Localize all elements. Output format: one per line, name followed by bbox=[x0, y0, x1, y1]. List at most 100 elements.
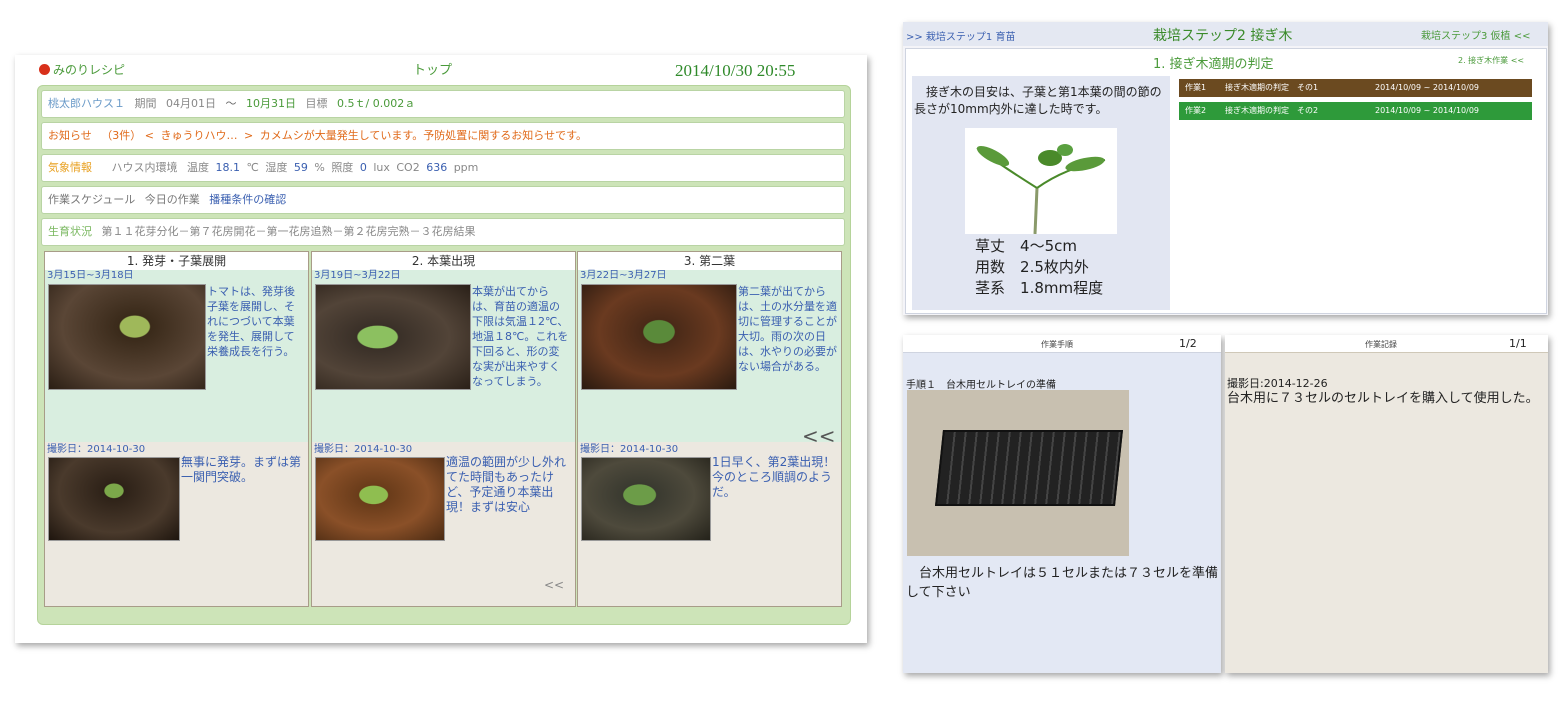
notice-row[interactable]: お知らせ （3件） < きゅうりハウ… > カメムシが大量発生しています。予防処… bbox=[41, 122, 845, 150]
task-row-2[interactable]: 作業2 接ぎ木適期の判定 その2 2014/10/09 ~ 2014/10/09 bbox=[1179, 102, 1532, 120]
goal-value-1: 0.5ｔ/ bbox=[337, 97, 370, 110]
section-next-link[interactable]: 2. 接ぎ木作業 << bbox=[1458, 55, 1524, 66]
seedling-photo-3 bbox=[581, 284, 737, 390]
co2-unit: ppm bbox=[453, 161, 479, 174]
section-title: 1. 接ぎ木適期の判定 bbox=[1153, 57, 1274, 72]
record-date: 撮影日:2014-12-26 bbox=[1227, 377, 1328, 390]
procedure-text: 台木用セルトレイは５１セルまたは７３セルを準備して下さい bbox=[906, 566, 1219, 600]
task-range: 2014/10/09 ~ 2014/10/09 bbox=[1375, 83, 1480, 92]
stage-desc-2: 本葉が出てからは、育苗の適温の下限は気温１2℃、地温１8℃。これを下回ると、形の… bbox=[472, 285, 569, 388]
photo-date-3: 撮影日：2014-10-30 bbox=[580, 444, 679, 455]
task-range: 2014/10/09 ~ 2014/10/09 bbox=[1375, 106, 1480, 115]
stage-desc-1: トマトは、発芽後子葉を展開し、それにつづいて本葉を発生、展開して栄養成長を行う。 bbox=[207, 285, 295, 358]
work-record-panel: 作業記録 1/1 撮影日:2014-12-26 台木用に７３セルのセルトレイを購… bbox=[1225, 335, 1548, 673]
spec-row-leaves: 用数 2.5枚内外 bbox=[975, 257, 1103, 278]
page-title: トップ bbox=[413, 63, 453, 78]
notice-count: （3件） bbox=[101, 129, 142, 142]
app-logo-text: みのりレシピ bbox=[53, 63, 126, 77]
seedling-image bbox=[965, 128, 1117, 235]
hum-unit: % bbox=[314, 161, 325, 174]
prev-step-link[interactable]: >> 栽培ステップ1 育苗 bbox=[906, 28, 1015, 43]
next-step-link[interactable]: 栽培ステップ3 仮植 << bbox=[1421, 27, 1530, 42]
prev-link-small[interactable]: << bbox=[544, 578, 564, 592]
stage-column-3: 3. 第二葉 3月22日~3月27日 第二葉が出てからは、土の水分量を適切に管理… bbox=[577, 251, 842, 607]
co2-label: CO2 bbox=[396, 161, 420, 174]
spec-list: 草丈 4～5cm 用数 2.5枚内外 茎系 1.8mm程度 bbox=[975, 236, 1103, 299]
record-note-3: 1日早く、第2葉出現！今のところ順調のようだ。 bbox=[712, 455, 836, 499]
spec-row-stem: 茎系 1.8mm程度 bbox=[975, 278, 1103, 299]
co2-value: 636 bbox=[426, 161, 448, 174]
spec-value: 2.5枚内外 bbox=[1020, 258, 1089, 276]
record-text: 台木用に７３セルのセルトレイを購入して使用した。 bbox=[1227, 391, 1539, 406]
app-logo[interactable]: みのりレシピ bbox=[39, 61, 125, 78]
growth-label: 生育状況 bbox=[48, 225, 92, 238]
task-id: 作業2 bbox=[1185, 106, 1207, 115]
notice-message[interactable]: カメムシが大量発生しています。予防処置に関するお知らせです。 bbox=[260, 129, 587, 142]
task-row-1[interactable]: 作業1 接ぎ木適期の判定 その1 2014/10/09 ~ 2014/10/09 bbox=[1179, 79, 1532, 97]
lux-value: 0 bbox=[359, 161, 367, 174]
stage-range-3: 3月22日~3月27日 bbox=[580, 270, 667, 281]
goal-value-2: 0.002ａ bbox=[372, 97, 416, 110]
spec-value: 4～5cm bbox=[1020, 237, 1077, 255]
house-name[interactable]: 桃太郎ハウス１ bbox=[48, 97, 125, 110]
notice-lt: < bbox=[144, 129, 154, 142]
lux-label: 照度 bbox=[331, 161, 354, 174]
goal-label: 目標 bbox=[305, 97, 328, 110]
spec-label: 用数 bbox=[975, 258, 1006, 276]
photo-date-2: 撮影日：2014-10-30 bbox=[314, 444, 413, 455]
record-note-1: 無事に発芽。まずは第一関門突破。 bbox=[181, 455, 302, 484]
lux-unit: lux bbox=[373, 161, 390, 174]
procedure-page[interactable]: 1/2 bbox=[1179, 337, 1197, 350]
notice-label: お知らせ bbox=[48, 129, 92, 142]
weather-row: 気象情報 ハウス内環境 温度 18.1 ℃ 湿度 59 % 照度 0 lux C… bbox=[41, 154, 845, 182]
stage-title-2: 2. 本葉出現 bbox=[312, 252, 575, 270]
period-label: 期間 bbox=[134, 97, 157, 110]
growth-row: 生育状況 第１１花芽分化－第７花房開花－第一花房追熟－第２花房完熟－３花房結果 bbox=[41, 218, 845, 246]
stage-column-2: 2. 本葉出現 3月19日~3月22日 本葉が出てからは、育苗の適温の下限は気温… bbox=[311, 251, 576, 607]
seedling-illustration bbox=[976, 144, 1106, 235]
grafting-step-panel: >> 栽培ステップ1 育苗 栽培ステップ2 接ぎ木 栽培ステップ3 仮植 << … bbox=[903, 22, 1548, 315]
task-name: 接ぎ木適期の判定 その1 bbox=[1225, 83, 1319, 92]
env-label: ハウス内環境 bbox=[111, 161, 178, 174]
current-step-title: 栽培ステップ2 接ぎ木 bbox=[1153, 28, 1293, 44]
seedling-photo-1 bbox=[48, 284, 206, 390]
notice-source[interactable]: きゅうりハウ… bbox=[161, 129, 238, 142]
schedule-row: 作業スケジュール 今日の作業 播種条件の確認 bbox=[41, 186, 845, 214]
stage-range-1: 3月15日~3月18日 bbox=[47, 270, 134, 281]
procedure-step: 手順１ 台木用セルトレイの準備 bbox=[906, 380, 1056, 391]
schedule-label: 作業スケジュール bbox=[48, 193, 136, 206]
stage-range-2: 3月19日~3月22日 bbox=[314, 270, 401, 281]
datetime: 2014/10/30 20:55 bbox=[675, 61, 796, 80]
stage-column-1: 1. 発芽・子葉展開 3月15日~3月18日 トマトは、発芽後子葉を展開し、それ… bbox=[44, 251, 309, 607]
weather-label: 気象情報 bbox=[48, 161, 92, 174]
record-note-2: 適温の範囲が少し外れてた時間もあったけど、予定通り本葉出現！まずは安心 bbox=[446, 455, 567, 514]
record-page[interactable]: 1/1 bbox=[1509, 337, 1527, 350]
spec-value: 1.8mm程度 bbox=[1020, 279, 1104, 297]
cell-tray-photo bbox=[907, 390, 1129, 556]
schedule-task-link[interactable]: 播種条件の確認 bbox=[209, 193, 286, 206]
hum-label: 湿度 bbox=[265, 161, 288, 174]
task-id: 作業1 bbox=[1185, 83, 1207, 92]
procedure-panel: 作業手順 1/2 手順１ 台木用セルトレイの準備 台木用セルトレイは５１セルまた… bbox=[903, 335, 1221, 673]
spec-row-height: 草丈 4～5cm bbox=[975, 236, 1103, 257]
stage-desc-area-3: 3月22日~3月27日 第二葉が出てからは、土の水分量を適切に管理することが大切… bbox=[578, 270, 841, 442]
temp-label: 温度 bbox=[187, 161, 209, 174]
criteria-intro: 接ぎ木の目安は、子葉と第1本葉の間の節の長さが10mm内外に達した時です。 bbox=[914, 85, 1162, 116]
schedule-today: 今日の作業 bbox=[144, 193, 200, 206]
prev-link-big[interactable]: << bbox=[802, 424, 836, 448]
record-photo-3 bbox=[581, 457, 711, 541]
period-end: 10月31日 bbox=[246, 97, 296, 110]
hum-value: 59 bbox=[293, 161, 308, 174]
temp-value: 18.1 bbox=[215, 161, 241, 174]
growth-text: 第１１花芽分化－第７花房開花－第一花房追熟－第２花房完熟－３花房結果 bbox=[101, 225, 476, 238]
temp-unit: ℃ bbox=[246, 161, 259, 174]
record-header: 作業記録 bbox=[1365, 340, 1397, 349]
notice-gt: > bbox=[244, 129, 254, 142]
stage-title-1: 1. 発芽・子葉展開 bbox=[45, 252, 308, 270]
stage-desc-3: 第二葉が出てからは、土の水分量を適切に管理することが大切。雨の次の日は、水やりの… bbox=[738, 285, 837, 373]
stage-title-3: 3. 第二葉 bbox=[578, 252, 841, 270]
task-name: 接ぎ木適期の判定 その2 bbox=[1225, 106, 1319, 115]
stage-desc-area-2: 3月19日~3月22日 本葉が出てからは、育苗の適温の下限は気温１2℃、地温１8… bbox=[312, 270, 575, 442]
tomato-icon bbox=[39, 64, 50, 75]
record-photo-2 bbox=[315, 457, 445, 541]
